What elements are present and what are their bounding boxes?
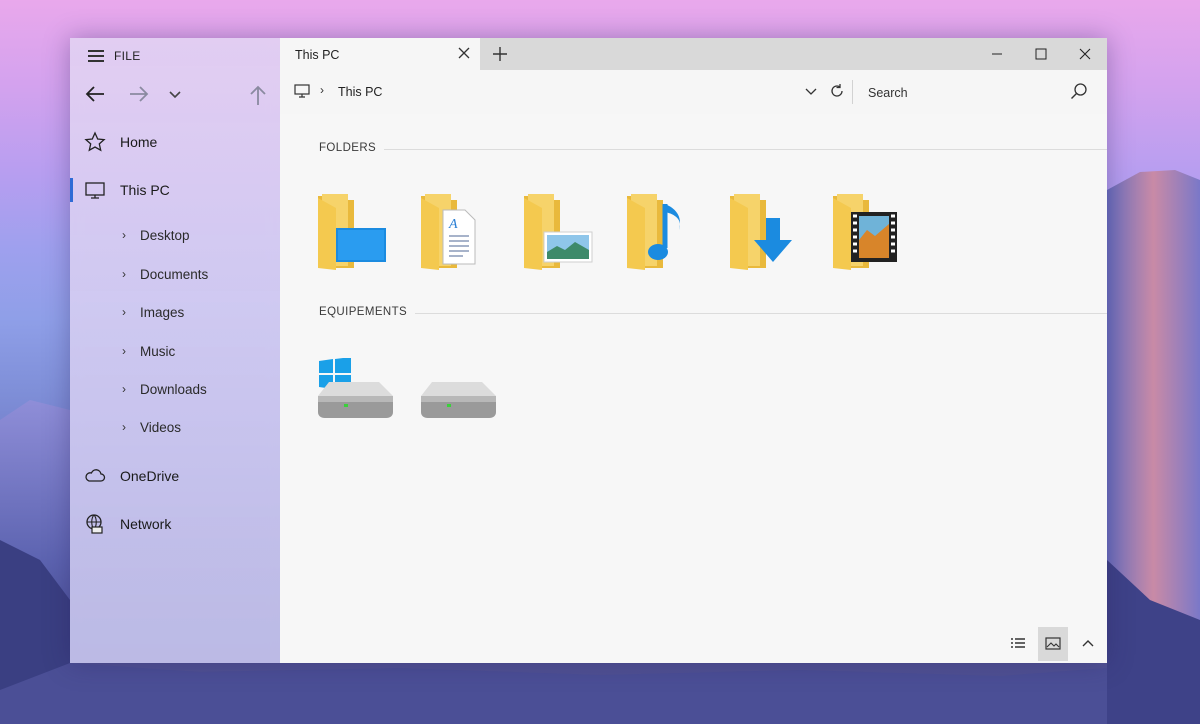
- documents-folder-icon: A: [421, 194, 476, 270]
- device-disk[interactable]: [420, 358, 500, 444]
- sidebar-item-label: Desktop: [140, 228, 190, 243]
- sidebar-item-label: This PC: [120, 182, 170, 198]
- chevron-right-icon[interactable]: ›: [320, 83, 324, 97]
- images-folder-icon: [524, 194, 593, 270]
- maximize-button[interactable]: [1019, 38, 1063, 70]
- folder-downloads[interactable]: [728, 190, 808, 276]
- sidebar-item-downloads[interactable]: › Downloads: [70, 374, 280, 404]
- folder-documents[interactable]: A: [419, 190, 499, 276]
- tiles-view-button[interactable]: [1038, 627, 1068, 661]
- device-local-disk[interactable]: [317, 358, 397, 444]
- refresh-icon[interactable]: [829, 83, 845, 99]
- downloads-folder-icon: [730, 194, 792, 270]
- navigation-pane: FILE Home This PC › Desktop › Documents …: [70, 38, 280, 663]
- sidebar-item-desktop[interactable]: › Desktop: [70, 220, 280, 250]
- forward-arrow-icon: [130, 86, 149, 102]
- chevron-down-icon[interactable]: [804, 84, 818, 98]
- close-icon: [1079, 48, 1091, 60]
- network-icon: [86, 514, 103, 534]
- cloud-icon: [85, 469, 106, 482]
- sidebar-item-documents[interactable]: › Documents: [70, 259, 280, 289]
- svg-text:A: A: [448, 217, 458, 232]
- folder-images[interactable]: [522, 190, 602, 276]
- section-title-folders: FOLDERS: [319, 142, 377, 154]
- sidebar-item-network[interactable]: Network: [70, 506, 280, 542]
- recent-locations-button[interactable]: [162, 78, 190, 110]
- chevron-right-icon[interactable]: ›: [122, 382, 126, 396]
- main-pane: This PC › This PC FOLDERS: [280, 38, 1107, 663]
- collapse-button[interactable]: [1073, 627, 1103, 661]
- sidebar-item-label: OneDrive: [120, 468, 180, 484]
- content-area: FOLDERS A EQUIPEMENTS: [280, 114, 1107, 663]
- folder-desktop[interactable]: [316, 190, 396, 276]
- image-view-icon: [1045, 637, 1061, 650]
- details-view-button[interactable]: [1003, 627, 1033, 661]
- up-button[interactable]: [244, 78, 272, 110]
- sidebar-item-label: Videos: [140, 420, 182, 435]
- sidebar-item-label: Downloads: [140, 382, 207, 397]
- forward-button[interactable]: [124, 78, 152, 110]
- chevron-down-icon: [169, 91, 181, 99]
- back-button[interactable]: [80, 78, 108, 110]
- sidebar-item-videos[interactable]: › Videos: [70, 412, 280, 442]
- sidebar-item-label: Documents: [140, 267, 209, 282]
- chevron-right-icon[interactable]: ›: [122, 344, 126, 358]
- address-bar: › This PC: [280, 70, 1107, 115]
- sidebar-item-label: Home: [120, 134, 158, 150]
- divider: [415, 313, 1107, 314]
- sidebar-item-label: Images: [140, 305, 185, 320]
- windows-drive-icon: [318, 358, 393, 418]
- music-folder-icon: [627, 194, 681, 270]
- chevron-up-icon: [1082, 640, 1094, 647]
- minimize-button[interactable]: [975, 38, 1019, 70]
- chevron-right-icon[interactable]: ›: [122, 305, 126, 319]
- divider: [384, 149, 1107, 150]
- tab-label: This PC: [295, 48, 340, 62]
- divider: [852, 80, 853, 104]
- computer-icon: [85, 182, 105, 199]
- chevron-right-icon[interactable]: ›: [122, 420, 126, 434]
- drive-icon: [421, 382, 496, 418]
- file-menu-label: FILE: [114, 49, 141, 63]
- breadcrumb-this-pc[interactable]: This PC: [338, 85, 382, 99]
- search-icon[interactable]: [1070, 82, 1088, 100]
- file-menu[interactable]: FILE: [70, 38, 280, 74]
- sidebar-item-label: Network: [120, 516, 172, 532]
- back-arrow-icon: [85, 86, 104, 102]
- navigation-buttons: [70, 78, 280, 110]
- folder-music[interactable]: [625, 190, 705, 276]
- sidebar-item-home[interactable]: Home: [70, 124, 280, 160]
- chevron-right-icon[interactable]: ›: [122, 228, 126, 242]
- desktop-folder-icon: [318, 194, 386, 270]
- chevron-right-icon[interactable]: ›: [122, 267, 126, 281]
- list-view-icon: [1011, 638, 1025, 648]
- close-tab-icon[interactable]: [456, 45, 472, 61]
- computer-icon: [294, 84, 310, 98]
- file-explorer-window: FILE Home This PC › Desktop › Documents …: [70, 38, 1107, 663]
- new-tab-icon[interactable]: [490, 44, 510, 64]
- hamburger-menu-icon[interactable]: [88, 50, 104, 62]
- folder-videos[interactable]: [831, 190, 911, 276]
- minimize-icon: [992, 53, 1002, 55]
- sidebar-item-images[interactable]: › Images: [70, 297, 280, 327]
- section-title-devices: EQUIPEMENTS: [319, 306, 408, 318]
- title-bar[interactable]: This PC: [280, 38, 1107, 70]
- up-arrow-icon: [250, 85, 266, 105]
- sidebar-item-onedrive[interactable]: OneDrive: [70, 458, 280, 494]
- search-input[interactable]: [866, 80, 1070, 106]
- sidebar-item-this-pc[interactable]: This PC: [70, 172, 280, 208]
- videos-folder-icon: [833, 194, 897, 270]
- sidebar-item-music[interactable]: › Music: [70, 336, 280, 366]
- tab-this-pc[interactable]: This PC: [280, 38, 480, 70]
- close-window-button[interactable]: [1063, 38, 1107, 70]
- star-icon: [84, 131, 106, 152]
- maximize-icon: [1035, 48, 1047, 60]
- sidebar-item-label: Music: [140, 344, 176, 359]
